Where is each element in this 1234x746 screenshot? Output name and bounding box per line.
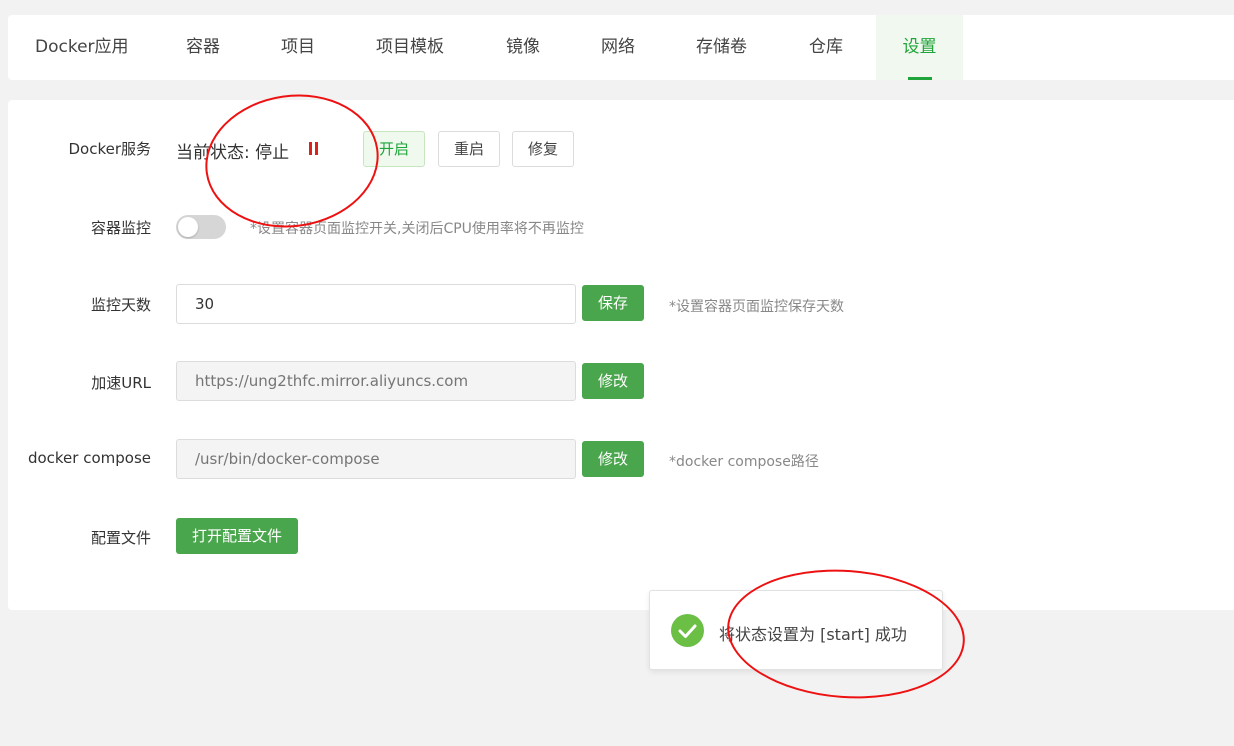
config-label: 配置文件 — [90, 529, 151, 547]
toast-message: 将状态设置为 [start] 成功 — [719, 625, 907, 644]
mirror-url-label: 加速URL — [91, 374, 151, 392]
toggle-knob — [178, 217, 198, 237]
edit-mirror-button[interactable]: 修改 — [582, 363, 644, 399]
tab-docker-apps[interactable]: Docker应用 — [35, 15, 129, 80]
start-button[interactable]: 开启 — [363, 131, 425, 167]
monitor-toggle[interactable] — [176, 215, 226, 239]
tab-volumes[interactable]: 存储卷 — [696, 15, 747, 80]
status-value: 停止 — [255, 143, 290, 163]
restart-button[interactable]: 重启 — [438, 131, 500, 167]
tab-bar: Docker应用 容器 项目 项目模板 镜像 网络 存储卷 仓库 设置 — [8, 15, 1234, 80]
monitor-label: 容器监控 — [90, 219, 151, 237]
mirror-url-input[interactable] — [176, 361, 576, 401]
tab-images[interactable]: 镜像 — [506, 15, 540, 80]
monitor-days-input[interactable] — [176, 284, 576, 324]
check-circle-icon — [671, 614, 704, 647]
tab-settings[interactable]: 设置 — [876, 15, 963, 80]
service-label: Docker服务 — [68, 140, 151, 158]
compose-label: docker compose — [27, 449, 151, 467]
save-days-button[interactable]: 保存 — [582, 285, 644, 321]
monitor-days-hint: *设置容器页面监控保存天数 — [669, 299, 844, 315]
tab-networks[interactable]: 网络 — [601, 15, 635, 80]
tab-containers[interactable]: 容器 — [186, 15, 220, 80]
repair-button[interactable]: 修复 — [512, 131, 574, 167]
pause-icon — [308, 142, 320, 156]
compose-hint: *docker compose路径 — [669, 454, 819, 470]
edit-compose-button[interactable]: 修改 — [582, 441, 644, 477]
tab-projects[interactable]: 项目 — [281, 15, 315, 80]
monitor-days-label: 监控天数 — [90, 296, 151, 314]
service-status: 当前状态: 停止 — [176, 138, 289, 163]
tab-project-templates[interactable]: 项目模板 — [376, 15, 444, 80]
monitor-hint: *设置容器页面监控开关,关闭后CPU使用率将不再监控 — [250, 221, 584, 237]
status-prefix: 当前状态: — [176, 143, 250, 163]
tab-registry[interactable]: 仓库 — [809, 15, 843, 80]
success-toast: 将状态设置为 [start] 成功 — [649, 590, 943, 670]
compose-path-input[interactable] — [176, 439, 576, 479]
settings-panel: Docker服务 当前状态: 停止 开启 重启 修复 容器监控 *设置容器页面监… — [8, 100, 1234, 610]
open-config-button[interactable]: 打开配置文件 — [176, 518, 298, 554]
